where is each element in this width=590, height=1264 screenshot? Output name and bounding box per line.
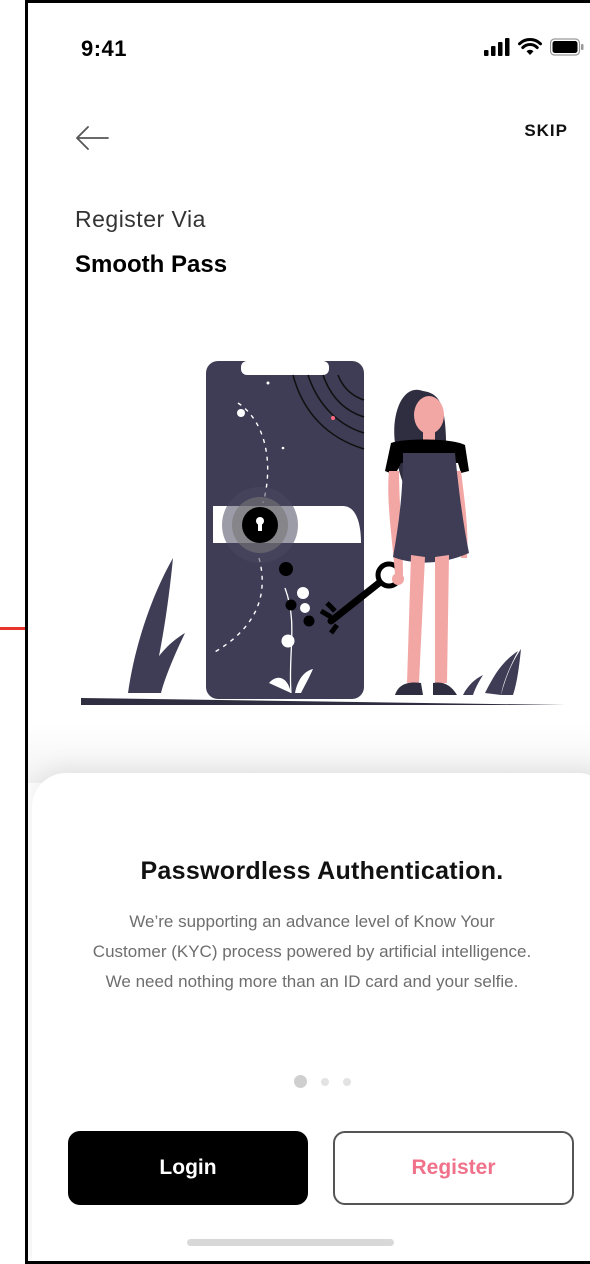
register-button[interactable]: Register [333,1131,574,1205]
status-time: 9:41 [81,36,128,61]
wifi-icon [518,38,542,55]
phone-key-lock-illustration [81,361,565,705]
phone-frame: 9:41 SKIP Register Via Smooth Pass Passw… [25,0,590,1264]
page-title: Smooth Pass [75,251,228,278]
back-arrow-icon[interactable] [75,125,109,151]
pagination-dot-2[interactable] [320,1077,329,1086]
pagination-dot-1[interactable] [293,1075,307,1088]
card-description: We’re supporting an advance level of Kno… [92,912,532,991]
login-button[interactable]: Login [68,1131,308,1205]
status-bar: 9:41 [28,3,590,93]
card-title: Passwordless Authentication. [140,857,504,885]
battery-icon [550,38,584,56]
pagination-dot-3[interactable] [342,1077,351,1086]
register-via-label: Register Via [75,206,206,232]
status-icons [484,38,584,56]
onboarding-card: Passwordless Authentication. We’re suppo… [32,773,590,1261]
pagination-dots [32,1075,590,1088]
signal-icon [484,38,510,56]
red-guide-mark [0,627,26,630]
home-indicator[interactable] [187,1239,394,1246]
skip-button[interactable]: SKIP [524,121,568,141]
